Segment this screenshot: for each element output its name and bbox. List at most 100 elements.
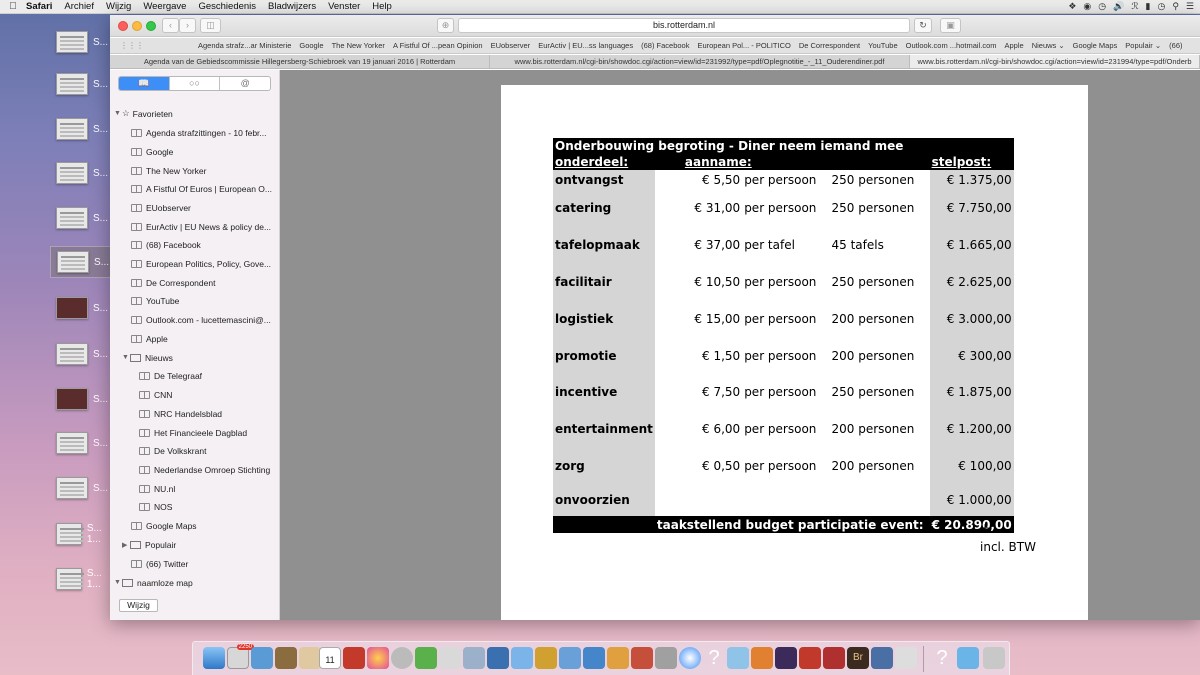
menu-venster[interactable]: Venster <box>328 1 360 12</box>
favorites-bar-item[interactable]: YouTube <box>868 41 897 50</box>
disclosure-closed-icon[interactable]: ▶ <box>122 541 130 549</box>
bookmark-item[interactable]: EUobserver <box>131 201 191 214</box>
unknown-app-icon[interactable]: ? <box>931 647 953 669</box>
bridge-icon[interactable]: Br <box>847 647 869 669</box>
favorites-bar-item[interactable]: EUobserver <box>491 41 531 50</box>
ibooks-icon[interactable] <box>751 647 773 669</box>
bookmark-item[interactable]: YouTube <box>131 294 179 307</box>
favorites-bar-folder[interactable]: Nieuws ⌄ <box>1032 41 1065 50</box>
battery-icon[interactable]: ▮ <box>1146 1 1151 12</box>
favorites-bar-item[interactable]: A Fistful Of ...pean Opinion <box>393 41 483 50</box>
edit-bookmarks-button[interactable]: Wijzig <box>119 599 158 612</box>
bookmark-item[interactable]: NOS <box>139 500 172 513</box>
bookmark-item[interactable]: De Correspondent <box>131 276 215 289</box>
address-bar[interactable]: bis.rotterdam.nl <box>458 18 910 33</box>
unknown-app-icon[interactable]: ? <box>703 647 725 669</box>
tab-oplegnotitie[interactable]: www.bis.rotterdam.nl/cgi-bin/showdoc.cgi… <box>490 55 910 68</box>
window-thumbnail[interactable]: S... <box>50 113 112 145</box>
folder-nieuws[interactable]: ▼ Nieuws <box>122 351 173 364</box>
quicktime-icon[interactable] <box>487 647 509 669</box>
bookmark-item[interactable]: European Politics, Policy, Gove... <box>131 257 271 270</box>
app-icon[interactable] <box>727 647 749 669</box>
calendar-icon[interactable]: 11 <box>319 647 341 669</box>
keynote-icon[interactable] <box>631 647 653 669</box>
folder-populair[interactable]: ▶ Populair <box>122 538 176 551</box>
folder-naamloze-map[interactable]: ▼ naamloze map <box>114 576 193 589</box>
acrobat-reader-icon[interactable] <box>823 647 845 669</box>
show-tabs-icon[interactable]: ▣ <box>940 18 961 33</box>
shared-links-tab-icon[interactable]: @ <box>220 77 270 90</box>
reload-icon[interactable]: ↻ <box>914 18 932 33</box>
pdf-viewer[interactable]: Onderbouwing begroting - Diner neem iema… <box>280 70 1200 620</box>
time-machine-icon[interactable]: ◷ <box>1157 1 1165 12</box>
close-window-button[interactable] <box>118 21 128 31</box>
favorites-bar-item[interactable]: De Correspondent <box>799 41 860 50</box>
bookmark-item[interactable]: CNN <box>139 388 172 401</box>
clock-icon[interactable]: ◷ <box>1098 1 1106 12</box>
finder-icon[interactable] <box>203 647 225 669</box>
dropbox-icon[interactable]: ❖ <box>1068 1 1076 12</box>
automator-icon[interactable] <box>535 647 557 669</box>
favorites-bar-item[interactable]: Google <box>299 41 323 50</box>
preview-icon[interactable] <box>439 647 461 669</box>
window-thumbnail[interactable]: S... <box>50 427 112 459</box>
window-thumbnail-selected[interactable]: S... <box>50 246 112 278</box>
notes-icon[interactable] <box>275 647 297 669</box>
image-capture-icon[interactable] <box>463 647 485 669</box>
tab-agenda[interactable]: Agenda van de Gebiedscommissie Hillegers… <box>110 55 490 68</box>
window-thumbnail[interactable]: S... <box>50 26 112 58</box>
minimize-window-button[interactable] <box>132 21 142 31</box>
tab-onderbouwing[interactable]: www.bis.rotterdam.nl/cgi-bin/showdoc.cgi… <box>910 55 1200 68</box>
pages-icon[interactable] <box>607 647 629 669</box>
favorites-bar-item[interactable]: Apple <box>1005 41 1024 50</box>
favorites-bar-item[interactable]: The New Yorker <box>332 41 385 50</box>
bookmark-item[interactable]: A Fistful Of Euros | European O... <box>131 182 272 195</box>
bookmark-item[interactable]: Apple <box>131 332 168 345</box>
disclosure-open-icon[interactable]: ▼ <box>114 110 122 117</box>
bluetooth-icon[interactable]: ℛ <box>1131 1 1138 12</box>
window-thumbnail[interactable]: S... <box>50 383 112 415</box>
bookmark-item[interactable]: Agenda strafzittingen - 10 febr... <box>131 126 267 139</box>
photos-icon[interactable] <box>367 647 389 669</box>
system-preferences-icon[interactable] <box>559 647 581 669</box>
bookmark-item[interactable]: De Volkskrant <box>139 444 206 457</box>
favorites-bar-item[interactable]: EurActiv | EU...ss languages <box>538 41 633 50</box>
bookmark-item[interactable]: Het Financieele Dagblad <box>139 426 247 439</box>
favorites-bar-item[interactable]: Outlook.com ...hotmail.com <box>906 41 997 50</box>
acrobat-icon[interactable] <box>799 647 821 669</box>
bookmark-item[interactable]: (68) Facebook <box>131 238 201 251</box>
window-thumbnail[interactable]: S... <box>50 157 112 189</box>
favorites-folder[interactable]: ▼ ☆ Favorieten <box>114 107 173 120</box>
bookmark-item[interactable]: Outlook.com - lucettemascini@... <box>131 313 271 326</box>
bookmark-item[interactable]: Google <box>131 145 173 158</box>
game-center-icon[interactable] <box>415 647 437 669</box>
favorites-bar-item[interactable]: (68) Facebook <box>641 41 689 50</box>
disclosure-open-icon[interactable]: ▼ <box>122 354 130 361</box>
reading-list-tab-icon[interactable]: ○○ <box>170 77 221 90</box>
utility-icon[interactable] <box>655 647 677 669</box>
forward-icon[interactable]: › <box>179 18 196 33</box>
dvd-player-icon[interactable] <box>391 647 413 669</box>
volume-icon[interactable]: 🔊 <box>1113 1 1124 12</box>
share-icon[interactable]: ⊕ <box>437 18 454 33</box>
menu-archief[interactable]: Archief <box>64 1 94 12</box>
favorites-bar-folder[interactable]: Populair ⌄ <box>1125 41 1161 50</box>
bookmark-item[interactable]: NU.nl <box>139 482 175 495</box>
safari-icon[interactable] <box>679 647 701 669</box>
sidebar-toggle-icon[interactable]: ◫ <box>200 18 221 33</box>
bookmark-item[interactable]: NRC Handelsblad <box>139 407 222 420</box>
app-icon[interactable] <box>775 647 797 669</box>
back-icon[interactable]: ‹ <box>162 18 179 33</box>
photo-booth-icon[interactable] <box>343 647 365 669</box>
messages-icon[interactable] <box>251 647 273 669</box>
bookmark-item[interactable]: EurActiv | EU News & policy de... <box>131 220 271 233</box>
menu-bladwijzers[interactable]: Bladwijzers <box>268 1 316 12</box>
window-thumbnail[interactable]: S... <box>50 292 112 324</box>
window-thumbnail[interactable]: S... <box>50 202 112 234</box>
spotlight-search-icon[interactable]: ⚲ <box>1172 1 1179 12</box>
favorites-bar-item[interactable]: Google Maps <box>1073 41 1118 50</box>
ical-icon[interactable] <box>511 647 533 669</box>
top-sites-grid-icon[interactable]: ⋮⋮⋮ <box>120 41 144 50</box>
favorites-bar-item[interactable]: Agenda strafz...ar Ministerie <box>198 41 291 50</box>
favorites-bar-item[interactable]: European Pol... - POLITICO <box>697 41 790 50</box>
